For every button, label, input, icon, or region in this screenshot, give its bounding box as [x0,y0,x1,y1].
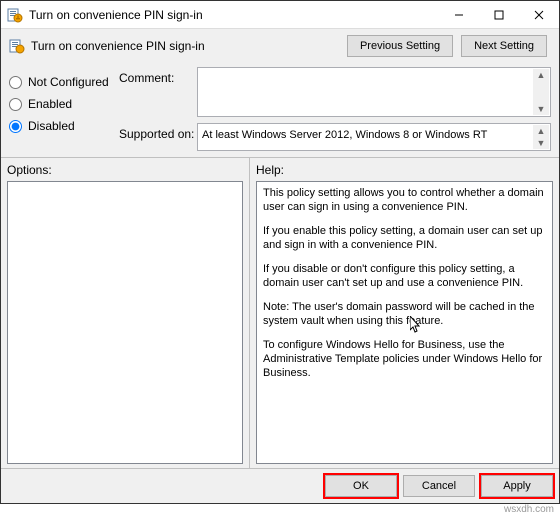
radio-disabled-input[interactable] [9,120,22,133]
scroll-down-icon[interactable]: ▼ [533,137,549,149]
minimize-button[interactable] [439,1,479,28]
radio-not-configured[interactable]: Not Configured [9,75,119,89]
comment-scrollbar[interactable]: ▲▼ [533,69,549,115]
help-pane: Help: This policy setting allows you to … [249,158,559,468]
radio-enabled-label: Enabled [28,97,72,111]
options-label: Options: [1,158,249,181]
scroll-down-icon[interactable]: ▼ [533,103,549,115]
policy-icon [9,38,25,54]
radio-not-configured-label: Not Configured [28,75,109,89]
config-area: Not Configured Enabled Disabled Comment:… [1,67,559,157]
options-pane: Options: [1,158,249,468]
maximize-button[interactable] [479,1,519,28]
policy-editor-window: Turn on convenience PIN sign-in Turn on … [0,0,560,504]
split-panes: Options: Help: This policy setting allow… [1,157,559,468]
apply-button[interactable]: Apply [481,475,553,497]
radio-disabled-label: Disabled [28,119,75,133]
title-bar: Turn on convenience PIN sign-in [1,1,559,29]
help-paragraph: This policy setting allows you to contro… [263,186,546,214]
comment-label: Comment: [119,67,197,85]
previous-setting-button[interactable]: Previous Setting [347,35,453,57]
help-paragraph: To configure Windows Hello for Business,… [263,338,546,380]
radio-not-configured-input[interactable] [9,76,22,89]
supported-scrollbar[interactable]: ▲▼ [533,125,549,149]
radio-enabled-input[interactable] [9,98,22,111]
scroll-up-icon[interactable]: ▲ [533,125,549,137]
scroll-up-icon[interactable]: ▲ [533,69,549,81]
next-setting-button[interactable]: Next Setting [461,35,547,57]
supported-on-field: At least Windows Server 2012, Windows 8 … [197,123,551,151]
ok-button[interactable]: OK [325,475,397,497]
header-row: Turn on convenience PIN sign-in Previous… [1,29,559,67]
policy-icon [7,7,23,23]
supported-on-label: Supported on: [119,123,197,141]
help-label: Help: [250,158,559,181]
watermark: wsxdh.com [0,504,560,515]
comment-field[interactable]: ▲▼ [197,67,551,117]
footer: OK Cancel Apply [1,468,559,503]
radio-disabled[interactable]: Disabled [9,119,119,133]
help-body[interactable]: This policy setting allows you to contro… [256,181,553,464]
radio-enabled[interactable]: Enabled [9,97,119,111]
window-title: Turn on convenience PIN sign-in [29,8,439,22]
supported-on-value: At least Windows Server 2012, Windows 8 … [202,129,487,141]
help-paragraph: If you disable or don't configure this p… [263,262,546,290]
options-body [7,181,243,464]
cancel-button[interactable]: Cancel [403,475,475,497]
policy-name: Turn on convenience PIN sign-in [31,39,347,53]
help-paragraph: Note: The user's domain password will be… [263,300,546,328]
close-button[interactable] [519,1,559,28]
help-paragraph: If you enable this policy setting, a dom… [263,224,546,252]
